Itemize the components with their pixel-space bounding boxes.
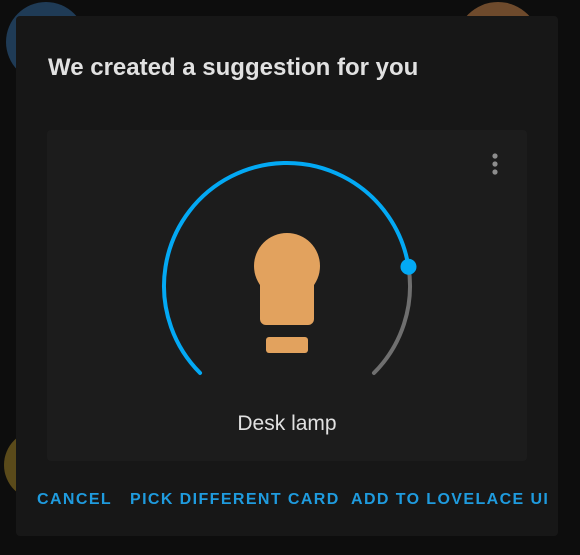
dialog-actions: CANCEL PICK DIFFERENT CARD ADD TO LOVELA… bbox=[16, 491, 558, 521]
dial-handle[interactable] bbox=[400, 258, 417, 275]
entity-name: Desk lamp bbox=[237, 412, 337, 435]
cancel-button[interactable]: CANCEL bbox=[37, 491, 112, 509]
lightbulb-icon[interactable] bbox=[254, 233, 320, 353]
brightness-dial[interactable] bbox=[47, 130, 527, 410]
dialog-title: We created a suggestion for you bbox=[48, 54, 419, 81]
light-card-preview: Desk lamp bbox=[47, 130, 527, 461]
add-to-lovelace-button[interactable]: ADD TO LOVELACE UI bbox=[351, 491, 549, 509]
dots-vertical-icon bbox=[492, 153, 498, 175]
pick-different-card-button[interactable]: PICK DIFFERENT CARD bbox=[130, 491, 340, 509]
card-menu-button[interactable] bbox=[481, 150, 509, 178]
dial-track bbox=[371, 264, 412, 375]
suggestion-dialog: We created a suggestion for you Desk lam… bbox=[16, 16, 558, 536]
